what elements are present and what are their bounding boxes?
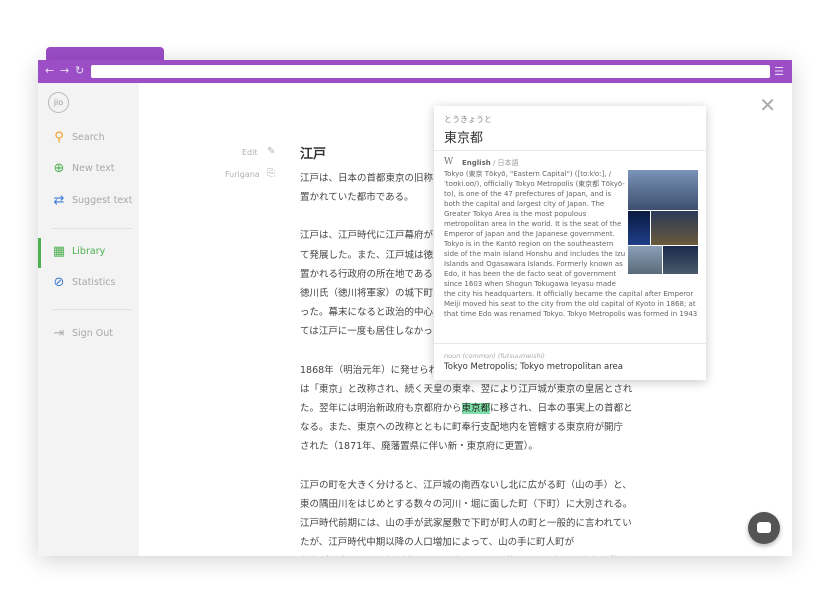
paragraph: 江戸の町を大きく分けると、江戸城の南西ないし北に広がる町（山の手）と、 東の隅田… (300, 479, 633, 549)
photo-bridge (651, 211, 698, 245)
lang-english[interactable]: English (462, 159, 491, 167)
sidebar-divider (52, 228, 132, 229)
sidebar-item-new-text[interactable]: ⊕ New text (38, 159, 139, 181)
popup-divider (434, 150, 706, 151)
sidebar-item-label: Sign Out (72, 328, 113, 339)
photo-diet (663, 246, 698, 274)
sidebar-item-label: Statistics (72, 277, 116, 288)
wikipedia-summary-cont: the city his headquarters. It officially… (444, 290, 698, 318)
part-of-speech: noun (common) (futsuumeishi) (444, 352, 545, 360)
wikipedia-summary: Tokyo (東京 Tōkyō, "Eastern Capital") ([to… (444, 170, 626, 288)
word-reading: とうきょうと (444, 115, 492, 124)
reload-icon[interactable]: ↻ (75, 65, 84, 77)
sidebar-item-statistics[interactable]: ⊘ Statistics (38, 273, 139, 295)
pencil-icon[interactable]: ✎ (267, 146, 275, 157)
sidebar-item-label: Search (72, 132, 105, 143)
word-definition: Tokyo Metropolis; Tokyo metropolitan are… (444, 362, 623, 372)
active-indicator (38, 238, 41, 268)
photo-skyline (628, 170, 698, 210)
library-icon: ▦ (52, 244, 66, 259)
photo-tower (628, 211, 650, 245)
text-title: 江戸 (300, 147, 327, 162)
chat-button[interactable] (748, 512, 780, 544)
chat-icon (757, 522, 771, 533)
highlighted-word[interactable]: 東京都 (461, 403, 491, 415)
shuffle-icon: ⇄ (53, 193, 65, 208)
sidebar: jio ⚲ Search ⊕ New text ⇄ Suggest text ▦… (38, 83, 139, 556)
menu-icon[interactable]: ☰ (774, 65, 784, 78)
app-logo[interactable]: jio (48, 92, 69, 113)
address-bar[interactable] (91, 65, 770, 78)
furigana-toggle-icon[interactable]: ⎘ (267, 168, 275, 179)
sidebar-item-sign-out[interactable]: ⇥ Sign Out (38, 324, 139, 346)
compass-icon: ⊘ (53, 275, 65, 290)
sidebar-item-label: New text (72, 163, 115, 174)
furigana-label[interactable]: Furigana (225, 170, 260, 179)
edit-label[interactable]: Edit (242, 148, 258, 157)
lang-japanese[interactable]: / 日本語 (491, 159, 519, 167)
sidebar-item-suggest-text[interactable]: ⇄ Suggest text (38, 191, 139, 213)
sidebar-item-label: Suggest text (72, 195, 133, 206)
search-icon: ⚲ (54, 130, 64, 145)
close-icon[interactable]: ✕ (759, 95, 776, 115)
sidebar-item-search[interactable]: ⚲ Search (38, 128, 139, 150)
sign-out-icon: ⇥ (53, 326, 65, 341)
back-icon[interactable]: ← (45, 65, 54, 77)
browser-toolbar: ← → ↻ ☰ (38, 60, 792, 83)
wikipedia-icon: W (444, 157, 454, 167)
language-switch[interactable]: English / 日本語 (462, 158, 519, 168)
sidebar-item-library[interactable]: ▦ Library (38, 238, 139, 268)
dictionary-popup: とうきょうと 東京都 W English / 日本語 Tokyo (東京 Tōk… (434, 106, 706, 380)
sidebar-item-label: Library (72, 246, 106, 257)
photo-shrine (628, 246, 662, 274)
sidebar-divider (52, 309, 132, 310)
popup-divider (434, 343, 706, 344)
word-headword: 東京都 (444, 131, 484, 146)
forward-icon[interactable]: → (60, 65, 69, 77)
plus-circle-icon: ⊕ (53, 161, 65, 176)
tokyo-photo-collage (628, 170, 698, 274)
